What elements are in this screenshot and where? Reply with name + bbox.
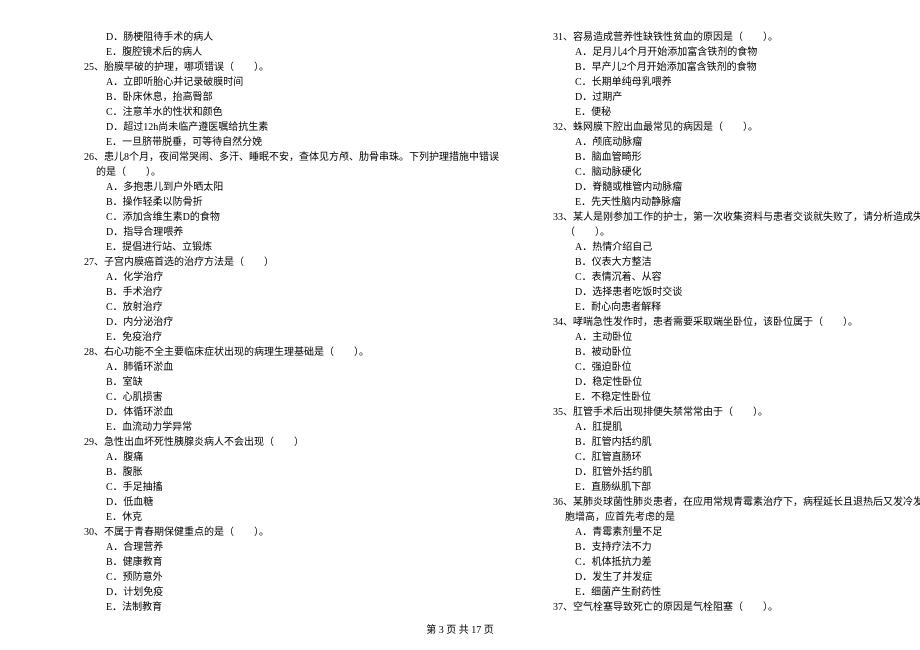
answer-option: C．长期单纯母乳喂养 [539,75,920,90]
answer-option: C．手足抽搐 [70,480,499,495]
answer-option: B．仪表大方整洁 [539,255,920,270]
answer-option: A．立即听胎心并记录破膜时间 [70,75,499,90]
answer-option: A．肛提肌 [539,420,920,435]
answer-option: C．注意羊水的性状和颜色 [70,105,499,120]
answer-option: D．指导合理喂养 [70,225,499,240]
answer-option: E．便秘 [539,105,920,120]
answer-option: A．多抱患儿到户外晒太阳 [70,180,499,195]
answer-option: E．法制教育 [70,600,499,615]
answer-option: E．免疫治疗 [70,330,499,345]
question-text: 36、某肺炎球菌性肺炎患者，在应用常规青霉素治疗下，病程延长且退热后又发冷发热，… [539,495,920,510]
answer-option: A．肺循环淤血 [70,360,499,375]
answer-option: C．放射治疗 [70,300,499,315]
answer-option: A．合理营养 [70,540,499,555]
page-footer: 第 3 页 共 17 页 [0,623,920,638]
question-text: 的是（ ）。 [70,165,499,180]
question-text: 32、蛛网膜下腔出血最常见的病因是（ ）。 [539,120,920,135]
answer-option: B．脑血管畸形 [539,150,920,165]
answer-option: B．支持疗法不力 [539,540,920,555]
answer-option: E．细菌产生耐药性 [539,585,920,600]
question-text: 34、哮喘急性发作时，患者需要采取端坐卧位，该卧位属于（ ）。 [539,315,920,330]
answer-option: B．健康教育 [70,555,499,570]
answer-option: B．腹胀 [70,465,499,480]
left-column: D．肠梗阻待手术的病人E．腹腔镜术后的病人25、胎膜早破的护理，哪项错误（ ）。… [70,30,499,615]
answer-option: B．卧床休息，抬高臀部 [70,90,499,105]
question-text: （ ）。 [539,225,920,240]
answer-option: A．颅底动脉瘤 [539,135,920,150]
answer-option: C．预防意外 [70,570,499,585]
answer-option: E．休克 [70,510,499,525]
answer-option: B．室缺 [70,375,499,390]
question-text: 35、肛管手术后出现排便失禁常常由于（ ）。 [539,405,920,420]
answer-option: D．脊髓或椎管内动脉瘤 [539,180,920,195]
question-text: 26、患儿8个月，夜间常哭闹、多汗、睡眠不安，查体见方颅、肋骨串珠。下列护理措施… [70,150,499,165]
answer-option: D．发生了并发症 [539,570,920,585]
answer-option: E．不稳定性卧位 [539,390,920,405]
question-text: 29、急性出血坏死性胰腺炎病人不会出现（ ） [70,435,499,450]
page-columns: D．肠梗阻待手术的病人E．腹腔镜术后的病人25、胎膜早破的护理，哪项错误（ ）。… [70,30,850,615]
answer-option: D．低血糖 [70,495,499,510]
answer-option: C．强迫卧位 [539,360,920,375]
answer-option: D．内分泌治疗 [70,315,499,330]
answer-option: D．超过12h尚未临产遵医嘱给抗生素 [70,120,499,135]
question-text: 37、空气栓塞导致死亡的原因是气栓阻塞（ ）。 [539,600,920,615]
answer-option: A．青霉素剂量不足 [539,525,920,540]
answer-option: E．耐心向患者解释 [539,300,920,315]
answer-option: D．计划免疫 [70,585,499,600]
answer-option: C．添加含维生素D的食物 [70,210,499,225]
answer-option: A．足月儿4个月开始添加富含铁剂的食物 [539,45,920,60]
answer-option: B．被动卧位 [539,345,920,360]
answer-option: C．机体抵抗力差 [539,555,920,570]
answer-option: E．血流动力学异常 [70,420,499,435]
question-text: 28、右心功能不全主要临床症状出现的病理生理基础是（ ）。 [70,345,499,360]
question-text: 31、容易造成营养性缺铁性贫血的原因是（ ）。 [539,30,920,45]
answer-option: C．心肌损害 [70,390,499,405]
answer-option: D．过期产 [539,90,920,105]
answer-option: E．直肠纵肌下部 [539,480,920,495]
answer-option: E．提倡进行站、立锻炼 [70,240,499,255]
answer-option: D．肠梗阻待手术的病人 [70,30,499,45]
answer-option: C．脑动脉硬化 [539,165,920,180]
answer-option: D．稳定性卧位 [539,375,920,390]
answer-option: B．早产儿2个月开始添加富含铁剂的食物 [539,60,920,75]
answer-option: E．腹腔镜术后的病人 [70,45,499,60]
question-text: 胞增高，应首先考虑的是 [539,510,920,525]
answer-option: D．体循环淤血 [70,405,499,420]
right-column: 31、容易造成营养性缺铁性贫血的原因是（ ）。A．足月儿4个月开始添加富含铁剂的… [539,30,920,615]
answer-option: A．主动卧位 [539,330,920,345]
answer-option: A．化学治疗 [70,270,499,285]
answer-option: A．热情介绍自己 [539,240,920,255]
answer-option: C．表情沉着、从容 [539,270,920,285]
question-text: 27、子宫内膜癌首选的治疗方法是（ ） [70,255,499,270]
answer-option: D．肛管外括约肌 [539,465,920,480]
answer-option: B．手术治疗 [70,285,499,300]
question-text: 30、不属于青春期保健重点的是（ ）。 [70,525,499,540]
answer-option: C．肛管直肠环 [539,450,920,465]
answer-option: E．一旦脐带脱垂，可等待自然分娩 [70,135,499,150]
question-text: 25、胎膜早破的护理，哪项错误（ ）。 [70,60,499,75]
answer-option: A．腹痛 [70,450,499,465]
question-text: 33、某人是刚参加工作的护士，第一次收集资料与患者交谈就失败了，请分析造成失败的… [539,210,920,225]
answer-option: E．先天性脑内动静脉瘤 [539,195,920,210]
answer-option: B．肛管内括约肌 [539,435,920,450]
answer-option: B．操作轻柔以防骨折 [70,195,499,210]
answer-option: D．选择患者吃饭时交谈 [539,285,920,300]
